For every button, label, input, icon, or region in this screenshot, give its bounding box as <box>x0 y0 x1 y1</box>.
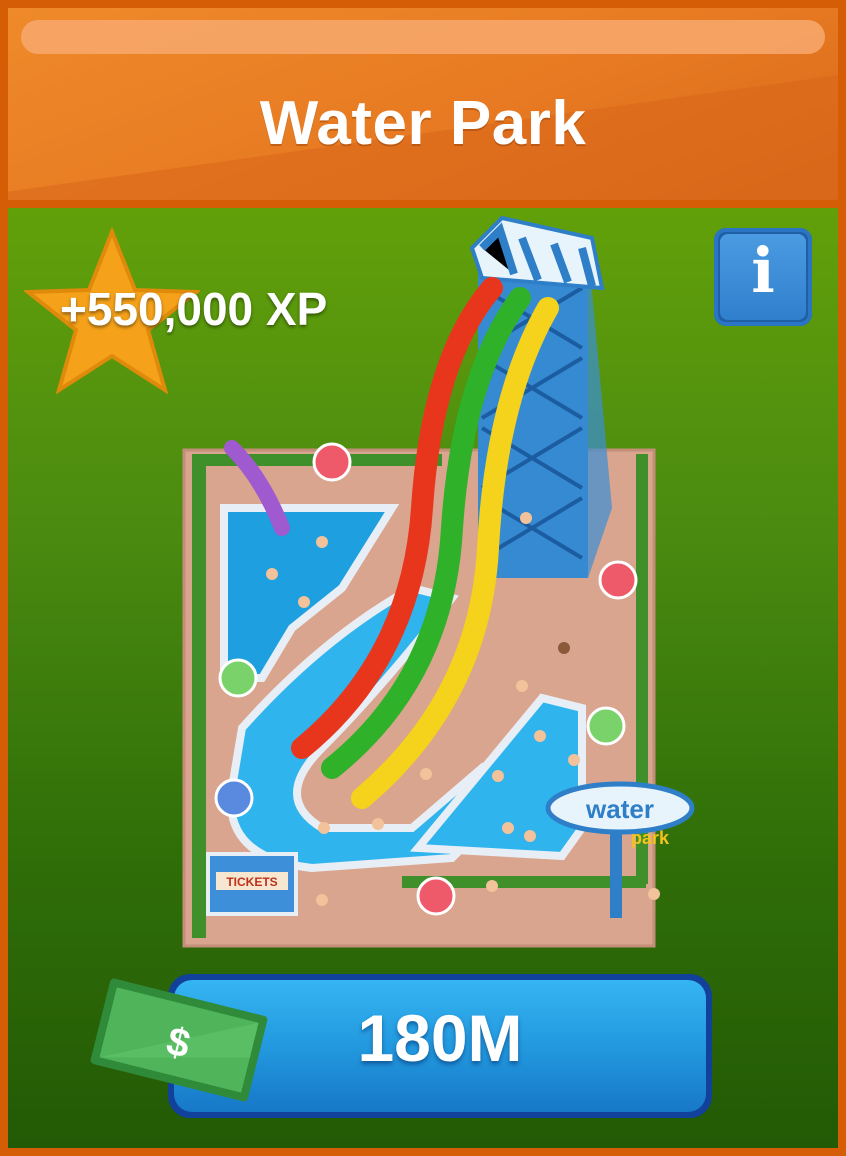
umbrella-red-3 <box>416 876 456 916</box>
info-icon: i <box>751 234 775 307</box>
umbrella-green-2 <box>586 706 626 746</box>
umbrella-blue <box>214 778 254 818</box>
park-sign-subtitle: park <box>631 828 670 848</box>
umbrella-red <box>312 442 352 482</box>
booth-sign: TICKETS <box>226 875 277 889</box>
info-button[interactable]: i <box>714 228 812 326</box>
umbrella-red-2 <box>598 560 638 600</box>
building-card: Water Park +550,000 XP i TICKETS water p… <box>0 0 846 1156</box>
header-highlight <box>21 20 825 54</box>
park-sign-title: water <box>585 794 654 824</box>
building-title: Water Park <box>259 89 587 158</box>
card-header: Water Park <box>8 8 838 200</box>
water-park-illustration: TICKETS water park <box>182 215 695 948</box>
hedge-left <box>192 454 206 938</box>
card-body: +550,000 XP i TICKETS water park 180M $ <box>8 208 838 1148</box>
umbrella-green <box>218 658 258 698</box>
